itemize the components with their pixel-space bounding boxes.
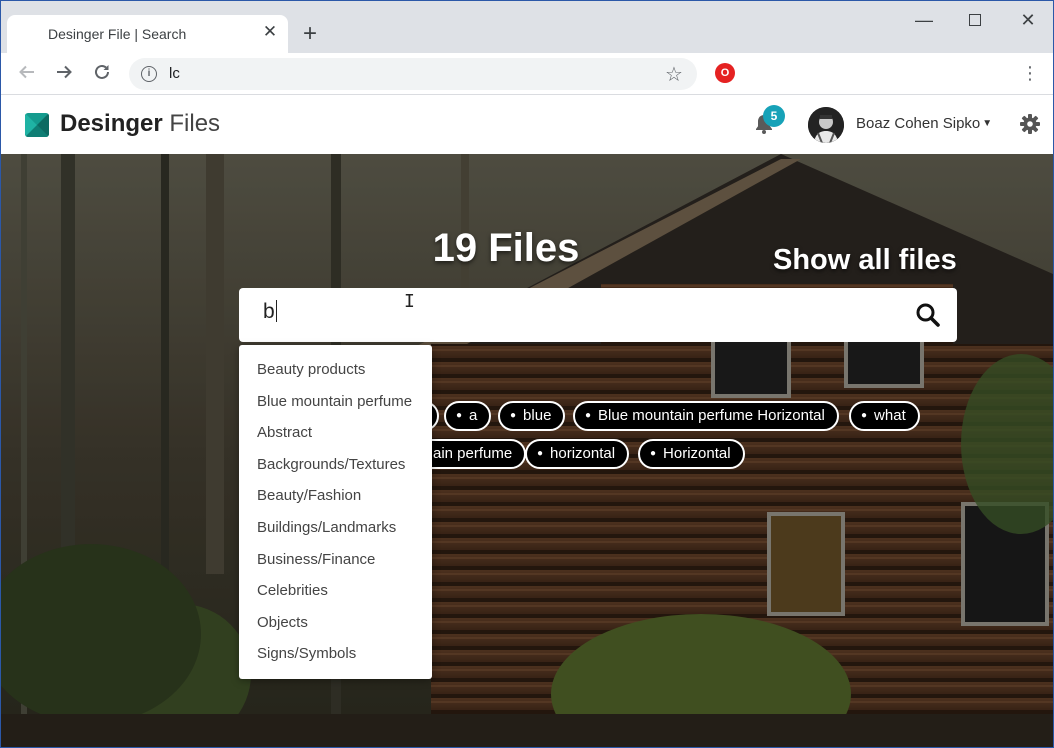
- notification-badge: 5: [763, 105, 785, 127]
- star-icon[interactable]: ☆: [665, 62, 683, 87]
- autocomplete-dropdown: Beauty products Blue mountain perfume Ab…: [239, 345, 432, 679]
- suggestion-item[interactable]: Beauty/Fashion: [239, 480, 432, 512]
- hero-section: 19 Files Show all files b I a blue Blue …: [1, 154, 1053, 747]
- caret-down-icon: ▼: [982, 118, 993, 129]
- browser-window: Desinger File | Search ✕ + — ✕ i lc ☆ O …: [0, 0, 1054, 748]
- show-all-files-link[interactable]: Show all files: [773, 244, 957, 277]
- info-icon[interactable]: i: [141, 66, 157, 82]
- logo-bold-text: Desinger: [60, 110, 163, 137]
- tag-chip[interactable]: horizontal: [525, 439, 630, 469]
- suggestion-item[interactable]: Signs/Symbols: [239, 638, 432, 670]
- logo-icon[interactable]: [25, 113, 49, 137]
- mouse-ibeam-cursor: I: [404, 291, 415, 312]
- text-cursor: [275, 300, 277, 322]
- maximize-icon: [969, 14, 981, 26]
- tag-chip[interactable]: what: [849, 401, 920, 431]
- tab-strip: Desinger File | Search ✕ + — ✕: [1, 1, 1053, 53]
- site-header: Desinger Files 5 Boaz Cohen Sipko ▼: [1, 95, 1053, 154]
- search-input-value: b: [263, 300, 275, 323]
- suggestion-item[interactable]: Business/Finance: [239, 544, 432, 576]
- gear-icon[interactable]: [1019, 113, 1041, 135]
- new-tab-button[interactable]: +: [298, 22, 322, 47]
- reload-icon: [95, 64, 109, 79]
- arrow-left-icon: [19, 65, 34, 79]
- suggestion-item[interactable]: Backgrounds/Textures: [239, 449, 432, 481]
- address-text[interactable]: lc: [169, 65, 180, 82]
- user-menu[interactable]: Boaz Cohen Sipko ▼: [856, 115, 992, 132]
- suggestion-item[interactable]: Beauty products: [239, 354, 432, 386]
- suggestion-item[interactable]: Blue mountain perfume: [239, 386, 432, 418]
- address-bar[interactable]: i lc ☆: [129, 58, 697, 90]
- logo-light-text: Files: [169, 110, 221, 137]
- window-close-button[interactable]: ✕: [1017, 9, 1039, 31]
- reload-button[interactable]: [91, 63, 113, 85]
- tab-close-icon[interactable]: ✕: [261, 23, 279, 41]
- forward-button[interactable]: [53, 63, 75, 85]
- tag-chip[interactable]: a: [444, 401, 492, 431]
- suggestion-item[interactable]: Abstract: [239, 417, 432, 449]
- tag-chip[interactable]: blue: [498, 401, 566, 431]
- site-logo-text[interactable]: Desinger Files: [60, 110, 220, 138]
- tag-chip[interactable]: Blue mountain perfume Horizontal: [573, 401, 839, 431]
- suggestion-item[interactable]: Celebrities: [239, 575, 432, 607]
- browser-tab[interactable]: Desinger File | Search ✕: [7, 15, 288, 53]
- tag-chip[interactable]: Horizontal: [638, 439, 745, 469]
- kebab-menu-icon[interactable]: ⋮: [1021, 63, 1039, 85]
- suggestion-item[interactable]: Objects: [239, 607, 432, 639]
- opera-extension-icon[interactable]: O: [715, 63, 735, 83]
- suggestion-item[interactable]: Buildings/Landmarks: [239, 512, 432, 544]
- back-button[interactable]: [16, 63, 38, 85]
- search-icon[interactable]: [915, 302, 941, 328]
- browser-toolbar: i lc ☆ O ⋮: [1, 53, 1053, 95]
- window-maximize-button[interactable]: [964, 9, 986, 31]
- window-minimize-button[interactable]: —: [913, 9, 935, 31]
- arrow-right-icon: [57, 65, 72, 79]
- user-name: Boaz Cohen Sipko: [856, 115, 981, 132]
- search-box[interactable]: b: [239, 288, 957, 342]
- search-input[interactable]: b: [263, 300, 903, 332]
- avatar[interactable]: [808, 107, 844, 143]
- tab-title: Desinger File | Search: [48, 26, 187, 42]
